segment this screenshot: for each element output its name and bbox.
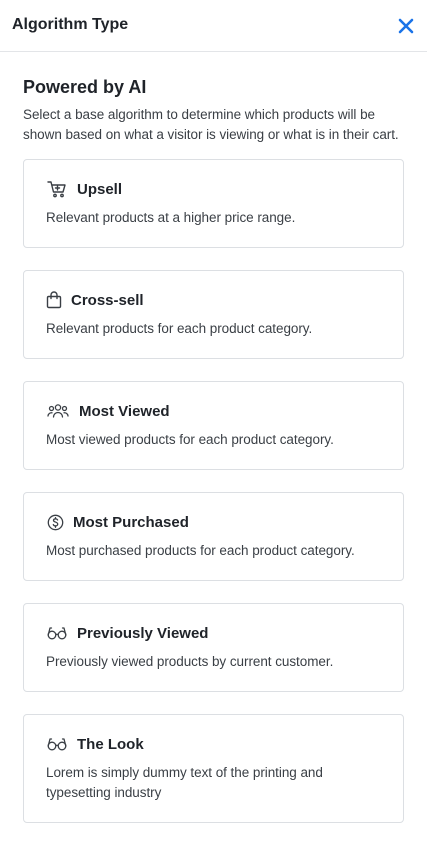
glasses-icon bbox=[46, 734, 68, 754]
option-description: Relevant products at a higher price rang… bbox=[46, 210, 296, 225]
option-card-header: The Look bbox=[46, 734, 381, 754]
shopping-bag-icon bbox=[46, 290, 62, 310]
option-card-header: Most Viewed bbox=[46, 401, 381, 421]
dollar-circle-icon bbox=[46, 512, 64, 532]
option-title: The Look bbox=[77, 735, 144, 753]
option-card-most-viewed[interactable]: Most Viewed Most viewed products for eac… bbox=[23, 381, 404, 470]
option-description: Lorem is simply dummy text of the printi… bbox=[46, 765, 323, 800]
cart-icon bbox=[46, 179, 68, 199]
option-card-upsell[interactable]: Upsell Relevant products at a higher pri… bbox=[23, 159, 404, 248]
modal-title: Algorithm Type bbox=[12, 15, 129, 33]
option-card-the-look[interactable]: The Look Lorem is simply dummy text of t… bbox=[23, 714, 404, 823]
modal-header: Algorithm Type bbox=[0, 0, 427, 52]
option-card-header: Previously Viewed bbox=[46, 623, 381, 643]
option-title: Previously Viewed bbox=[77, 624, 209, 642]
option-description: Relevant products for each product categ… bbox=[46, 321, 313, 336]
users-icon bbox=[46, 401, 70, 421]
option-card-previously-viewed[interactable]: Previously Viewed Previously viewed prod… bbox=[23, 603, 404, 692]
option-title: Upsell bbox=[77, 180, 123, 198]
option-card-most-purchased[interactable]: Most Purchased Most purchased products f… bbox=[23, 492, 404, 581]
option-title: Most Viewed bbox=[79, 402, 170, 420]
section-title: Powered by AI bbox=[23, 77, 147, 97]
option-card-header: Upsell bbox=[46, 179, 381, 199]
close-icon bbox=[398, 18, 414, 33]
glasses-icon bbox=[46, 623, 68, 643]
option-description: Previously viewed products by current cu… bbox=[46, 654, 334, 669]
option-card-header: Cross-sell bbox=[46, 290, 381, 310]
option-title: Cross-sell bbox=[71, 291, 144, 309]
option-title: Most Purchased bbox=[73, 513, 189, 531]
option-description: Most viewed products for each product ca… bbox=[46, 432, 334, 447]
modal-body: Powered by AI Select a base algorithm to… bbox=[0, 52, 427, 823]
option-card-header: Most Purchased bbox=[46, 512, 381, 532]
close-button[interactable] bbox=[395, 15, 417, 37]
option-card-cross-sell[interactable]: Cross-sell Relevant products for each pr… bbox=[23, 270, 404, 359]
option-description: Most purchased products for each product… bbox=[46, 543, 355, 558]
section-description: Select a base algorithm to determine whi… bbox=[23, 107, 399, 142]
